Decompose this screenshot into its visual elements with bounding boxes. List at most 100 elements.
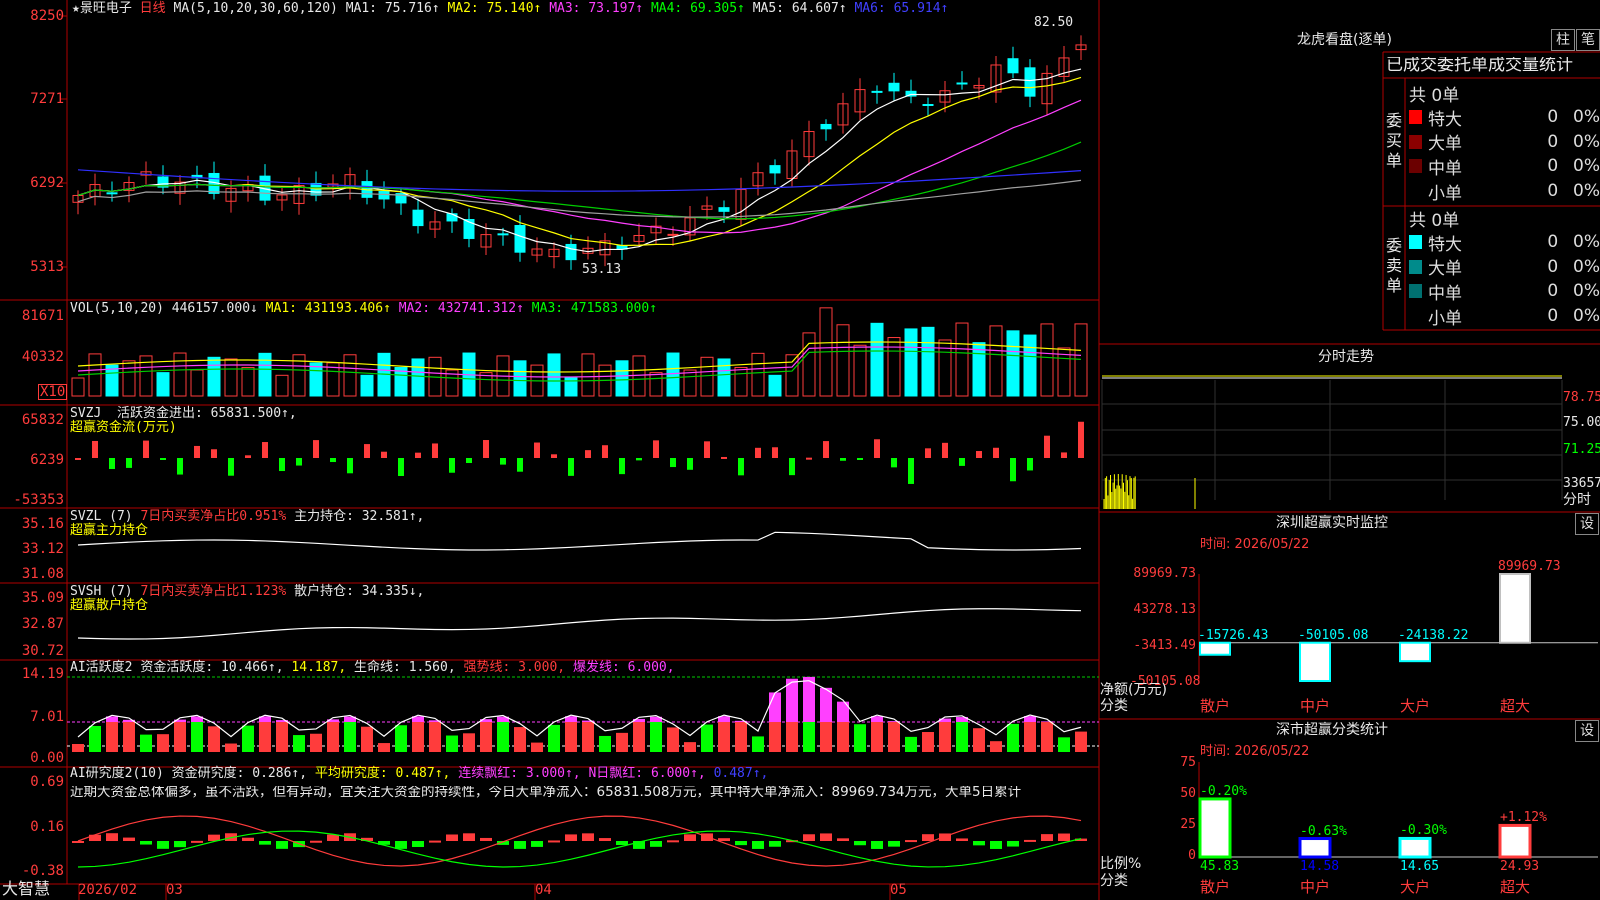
activity-bar <box>276 722 288 752</box>
monitor-settings-button[interactable]: 设 <box>1575 513 1599 535</box>
volume-bar <box>122 360 136 397</box>
research-bar <box>310 840 322 843</box>
svsh-axis-2: 32.87 <box>21 616 64 632</box>
tick-mode-button[interactable]: 笔 <box>1576 29 1600 51</box>
activity-bar <box>735 722 747 752</box>
stats-settings-button[interactable]: 设 <box>1575 720 1599 742</box>
research-bar <box>752 841 764 849</box>
activity-bar <box>939 722 951 752</box>
fund-flow-bar <box>466 458 472 464</box>
lhb-tab[interactable]: 已成交委托单成交量统计 <box>1386 57 1600 74</box>
buy-order-type: 大单 <box>1428 134 1463 155</box>
ma4-value: MA4: 69.305↑ <box>650 1 745 16</box>
stats-bar-change: -0.20% <box>1200 783 1247 799</box>
activity-bar <box>480 722 492 752</box>
research-bar <box>650 841 662 847</box>
svzj-desc: 活跃资金进出: 65831.500↑, <box>116 406 297 421</box>
chart-canvas[interactable] <box>0 0 1600 900</box>
sell-order-count: 0 <box>1547 256 1559 277</box>
svzj-sub: 超赢资金流(万元) <box>70 420 177 435</box>
stats-bar-change: -0.63% <box>1300 823 1347 839</box>
sell-order-percent: 0% <box>1573 256 1600 277</box>
bar-mode-button[interactable]: 柱 <box>1551 29 1575 51</box>
volume-bar <box>649 372 663 397</box>
fund-flow-bar <box>823 441 829 458</box>
activity-bar <box>378 743 390 752</box>
volume-bar <box>887 337 901 397</box>
stats-bar-value: 14.58 <box>1300 859 1340 874</box>
sell-order-percent: 0% <box>1573 232 1600 253</box>
research-bar <box>106 833 118 841</box>
activity-bar <box>1075 731 1087 752</box>
stats-ylabel: 比例% <box>1100 856 1142 872</box>
svzl-axis-3: 31.08 <box>21 566 64 582</box>
sell-total: 共 0单 <box>1409 211 1460 231</box>
volume-bar <box>734 366 748 397</box>
fund-flow-bar <box>1061 452 1067 458</box>
activity-bar <box>667 727 679 752</box>
fund-flow-bar <box>1044 435 1050 458</box>
fund-flow-bar <box>636 458 642 461</box>
svzl-axis-2: 33.12 <box>21 541 64 557</box>
activity-bar-top <box>769 692 781 722</box>
activity-bar <box>259 722 271 752</box>
date-label-4: 05 <box>890 882 907 898</box>
sell-order-type: 大单 <box>1428 259 1463 280</box>
sell-order-label: 委卖单 <box>1386 236 1403 295</box>
activity-bar <box>89 725 101 752</box>
stats-axis-3: 25 <box>1180 817 1196 832</box>
sell-order-count: 0 <box>1547 232 1559 253</box>
stats-bar <box>1498 823 1532 859</box>
volume-bar <box>360 374 374 397</box>
svzj-axis-2: 6239 <box>30 452 64 468</box>
stats-axis-1: 75 <box>1180 755 1196 770</box>
fund-flow-bar <box>925 448 931 458</box>
svzl-hold: 主力持仓: 32.581↑, <box>294 509 425 524</box>
fenshi-axis-4: 33657 <box>1563 476 1600 491</box>
buy-order-count: 0 <box>1547 181 1559 202</box>
vol-unit-badge: X10 <box>38 384 68 400</box>
fund-flow-bar <box>585 450 591 458</box>
activity-bar-top <box>803 676 815 722</box>
research-bar <box>582 833 594 841</box>
fund-flow-bar <box>109 458 115 470</box>
ai1-d: 强势线: 3.000, <box>463 660 566 675</box>
monitor-bar-value: -24138.22 <box>1398 627 1469 643</box>
volume-bar <box>275 374 289 397</box>
stats-axis-2: 50 <box>1180 786 1196 801</box>
activity-bar <box>1041 722 1053 752</box>
research-bar <box>1058 833 1070 841</box>
research-bar <box>412 841 424 848</box>
ai1-a: 资金活跃度: 10.466↑, <box>140 660 284 675</box>
fund-flow-bar <box>704 441 710 458</box>
volume-bar <box>921 326 935 397</box>
period-label[interactable]: 日线 <box>140 1 166 16</box>
fenshi-unit: 分时 <box>1563 492 1591 508</box>
candle-body <box>1007 58 1019 74</box>
fund-flow-bar <box>755 447 761 458</box>
price-axis-3: 6292 <box>30 175 64 191</box>
activity-bar <box>599 735 611 752</box>
buy-order-type: 小单 <box>1428 183 1463 204</box>
research-bar <box>1024 839 1036 842</box>
buy-order-swatch <box>1409 159 1423 174</box>
activity-bar <box>616 732 628 752</box>
research-bar <box>242 837 254 841</box>
activity-bar <box>701 724 713 752</box>
research-bar <box>616 841 628 846</box>
monitor-category: 中户 <box>1300 697 1331 715</box>
research-bar <box>956 838 968 841</box>
fund-flow-bar <box>772 447 778 458</box>
brand-label: 大智慧 <box>2 879 51 898</box>
activity-bar <box>429 722 441 752</box>
activity-bar <box>565 722 577 752</box>
research-bar <box>905 840 917 843</box>
vol-ma1: MA1: 431193.406↑ <box>265 301 391 316</box>
stats-bar-change: -0.30% <box>1400 823 1447 839</box>
buy-order-percent: 0% <box>1573 107 1600 128</box>
fund-flow-bar <box>313 440 319 458</box>
fenshi-axis-1: 78.75 <box>1563 390 1600 405</box>
ai1-e: 爆发线: 6.000, <box>572 660 675 675</box>
sell-order-row: 中单 0 0% <box>1409 279 1600 304</box>
stock-name[interactable]: ★景旺电子 <box>72 1 132 16</box>
